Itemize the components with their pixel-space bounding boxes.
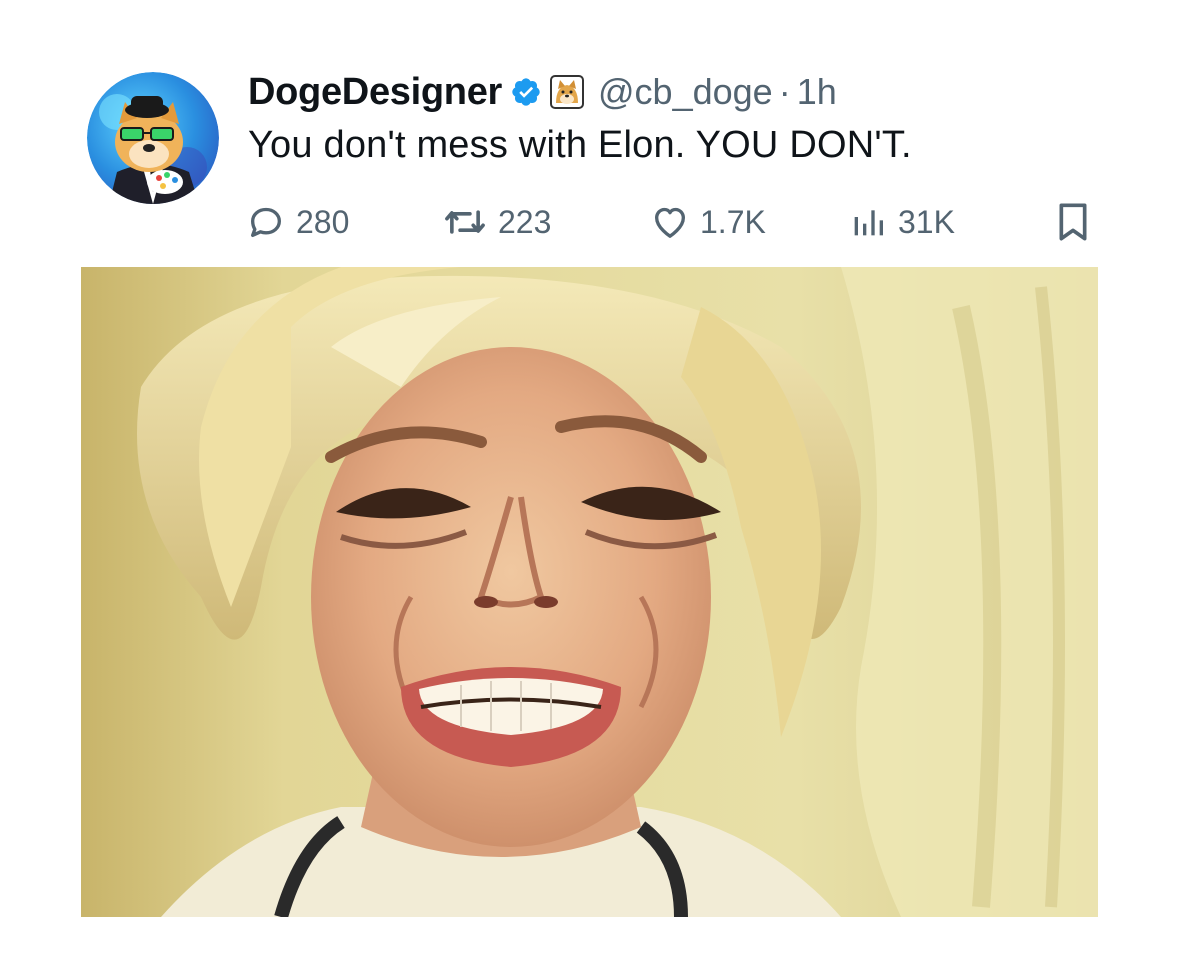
bookmark-button[interactable]: [1053, 196, 1093, 248]
views-button[interactable]: 31K: [848, 196, 955, 248]
timestamp[interactable]: 1h: [797, 71, 837, 113]
like-button[interactable]: 1.7K: [650, 196, 766, 248]
heart-icon: [650, 202, 690, 242]
affiliate-doge-icon[interactable]: [550, 75, 585, 109]
separator-dot: ·: [778, 71, 791, 112]
tweet-media-photo[interactable]: [81, 267, 1098, 917]
handle[interactable]: @cb_doge: [598, 71, 773, 113]
reply-button[interactable]: 280: [246, 196, 349, 248]
tweet-actions: 280 223 1.7K 31K: [0, 196, 1179, 248]
reply-icon: [246, 202, 286, 242]
doge-avatar-icon: [87, 72, 219, 204]
display-name[interactable]: DogeDesigner: [248, 71, 502, 114]
repost-button[interactable]: 223: [442, 196, 551, 248]
bookmark-icon: [1053, 200, 1093, 244]
reply-count: 280: [296, 203, 350, 240]
tweet-header: DogeDesigner @cb_doge · 1h: [248, 64, 837, 120]
views-count: 31K: [898, 203, 955, 240]
crying-face-photo-icon: [81, 267, 1098, 917]
views-icon: [848, 202, 888, 242]
repost-icon: [442, 202, 488, 242]
tweet-card[interactable]: DogeDesigner @cb_doge · 1h You don't mes…: [0, 0, 1179, 959]
like-count: 1.7K: [700, 203, 766, 240]
repost-count: 223: [498, 203, 552, 240]
verified-badge-icon[interactable]: [510, 76, 542, 108]
avatar[interactable]: [87, 72, 219, 204]
tweet-text: You don't mess with Elon. YOU DON'T.: [248, 124, 912, 166]
